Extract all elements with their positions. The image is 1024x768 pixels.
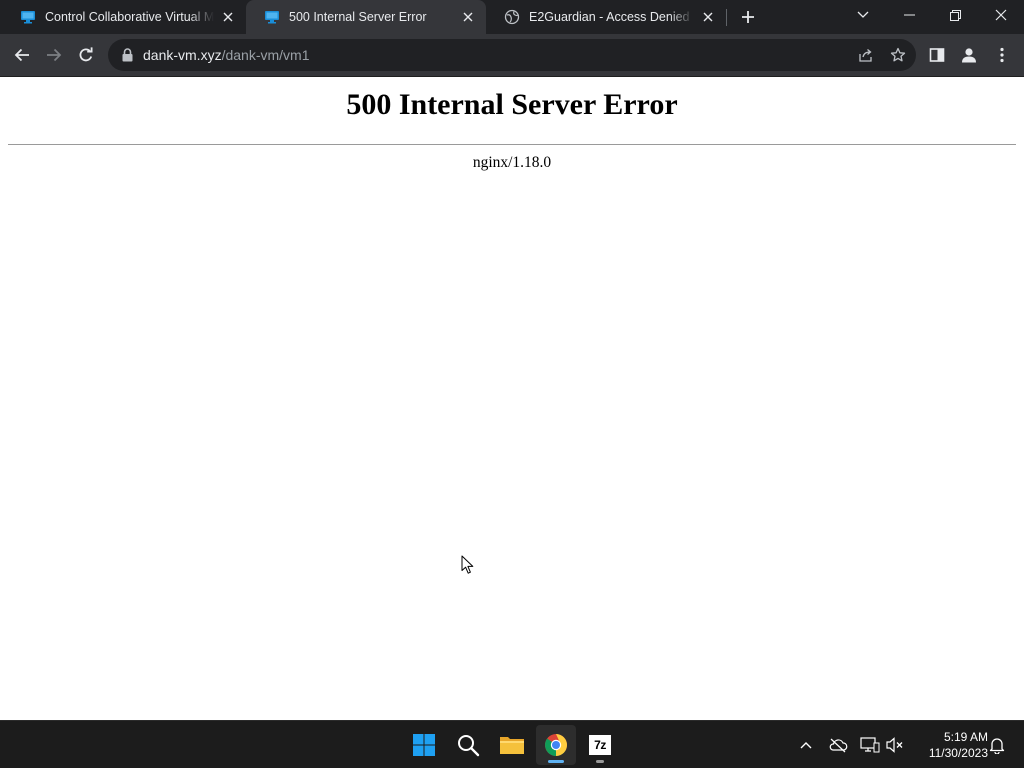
address-bar[interactable]: dank-vm.xyz/dank-vm/vm1 xyxy=(108,39,916,71)
search-icon xyxy=(458,735,480,757)
close-window-button[interactable] xyxy=(978,0,1024,30)
arrow-left-icon xyxy=(14,48,29,62)
taskbar-search-button[interactable] xyxy=(448,725,488,765)
side-panel-button[interactable] xyxy=(923,41,951,69)
share-button[interactable] xyxy=(854,43,878,67)
url-path: /dank-vm/vm1 xyxy=(221,47,310,63)
menu-button[interactable] xyxy=(988,41,1016,69)
mouse-cursor-icon xyxy=(461,555,474,574)
start-button[interactable] xyxy=(404,725,444,765)
close-tab-icon[interactable] xyxy=(700,9,716,25)
tab-separator xyxy=(726,9,727,26)
profile-icon xyxy=(962,48,976,63)
url-host: dank-vm.xyz xyxy=(143,47,222,63)
server-signature: nginx/1.18.0 xyxy=(472,154,552,171)
side-panel-icon xyxy=(929,48,945,62)
reload-button[interactable] xyxy=(72,41,100,69)
windows-taskbar: 7z 5:19 AM 11/30/2023 xyxy=(0,720,1024,768)
file-explorer-icon xyxy=(500,737,524,754)
new-tab-button[interactable] xyxy=(737,6,759,28)
monitor-icon xyxy=(20,9,36,25)
lock-icon[interactable] xyxy=(120,47,134,63)
close-icon xyxy=(995,9,1007,21)
minimize-button[interactable] xyxy=(886,0,932,30)
page-content: 500 Internal Server Error nginx/1.18.0 xyxy=(0,77,1024,720)
7zip-icon: 7z xyxy=(589,735,611,755)
tab-strip: Control Collaborative Virtual Machine 50… xyxy=(0,0,1024,34)
reload-icon xyxy=(79,47,93,62)
bookmark-button[interactable] xyxy=(886,43,910,67)
file-explorer-button[interactable] xyxy=(492,725,532,765)
onedrive-tray-button[interactable] xyxy=(826,733,850,757)
arrow-right-icon xyxy=(47,48,62,62)
tab-title: 500 Internal Server Error xyxy=(289,10,427,24)
minimize-icon xyxy=(903,14,915,16)
volume-tray-button[interactable] xyxy=(884,733,908,757)
tab-title: Control Collaborative Virtual Machine xyxy=(45,10,214,24)
tab-500-error[interactable]: 500 Internal Server Error xyxy=(246,0,486,34)
tab-title: E2Guardian - Access Denied xyxy=(529,10,690,24)
close-tab-icon[interactable] xyxy=(460,9,476,25)
volume-muted-icon xyxy=(886,737,903,753)
chevron-up-icon xyxy=(800,742,812,749)
kebab-menu-icon xyxy=(1000,47,1004,63)
url-text[interactable]: dank-vm.xyz/dank-vm/vm1 xyxy=(143,47,310,63)
globe-icon xyxy=(504,9,520,25)
show-hidden-icons-button[interactable] xyxy=(794,733,818,757)
share-icon xyxy=(859,49,872,62)
running-app-indicator xyxy=(596,760,604,763)
network-icon xyxy=(860,737,880,753)
bell-icon xyxy=(989,738,1005,754)
tab-search-button[interactable] xyxy=(840,0,886,30)
forward-button[interactable] xyxy=(40,41,68,69)
7zip-taskbar-button[interactable]: 7z xyxy=(580,725,620,765)
chrome-icon xyxy=(545,734,567,756)
close-tab-icon[interactable] xyxy=(220,9,236,25)
star-icon xyxy=(890,47,906,62)
plus-icon xyxy=(742,11,754,23)
restore-icon xyxy=(949,9,961,21)
page-title: 500 Internal Server Error xyxy=(346,88,678,121)
system-clock[interactable]: 5:19 AM 11/30/2023 xyxy=(912,729,988,761)
notifications-button[interactable] xyxy=(985,733,1009,757)
windows-start-icon xyxy=(413,734,435,756)
chevron-down-icon xyxy=(857,11,869,18)
back-button[interactable] xyxy=(8,41,36,69)
clock-date: 11/30/2023 xyxy=(928,746,988,760)
clock-time: 5:19 AM xyxy=(943,730,988,744)
restore-button[interactable] xyxy=(932,0,978,30)
tab-control-collaborative[interactable]: Control Collaborative Virtual Machine xyxy=(2,0,246,34)
network-tray-button[interactable] xyxy=(858,733,882,757)
monitor-icon xyxy=(264,9,280,25)
profile-button[interactable] xyxy=(955,41,983,69)
browser-toolbar: dank-vm.xyz/dank-vm/vm1 xyxy=(0,34,1024,77)
chrome-taskbar-button[interactable] xyxy=(536,725,576,765)
cloud-off-icon xyxy=(829,738,848,753)
divider xyxy=(8,144,1016,145)
active-app-indicator xyxy=(548,760,564,763)
tab-e2guardian[interactable]: E2Guardian - Access Denied xyxy=(486,0,726,34)
